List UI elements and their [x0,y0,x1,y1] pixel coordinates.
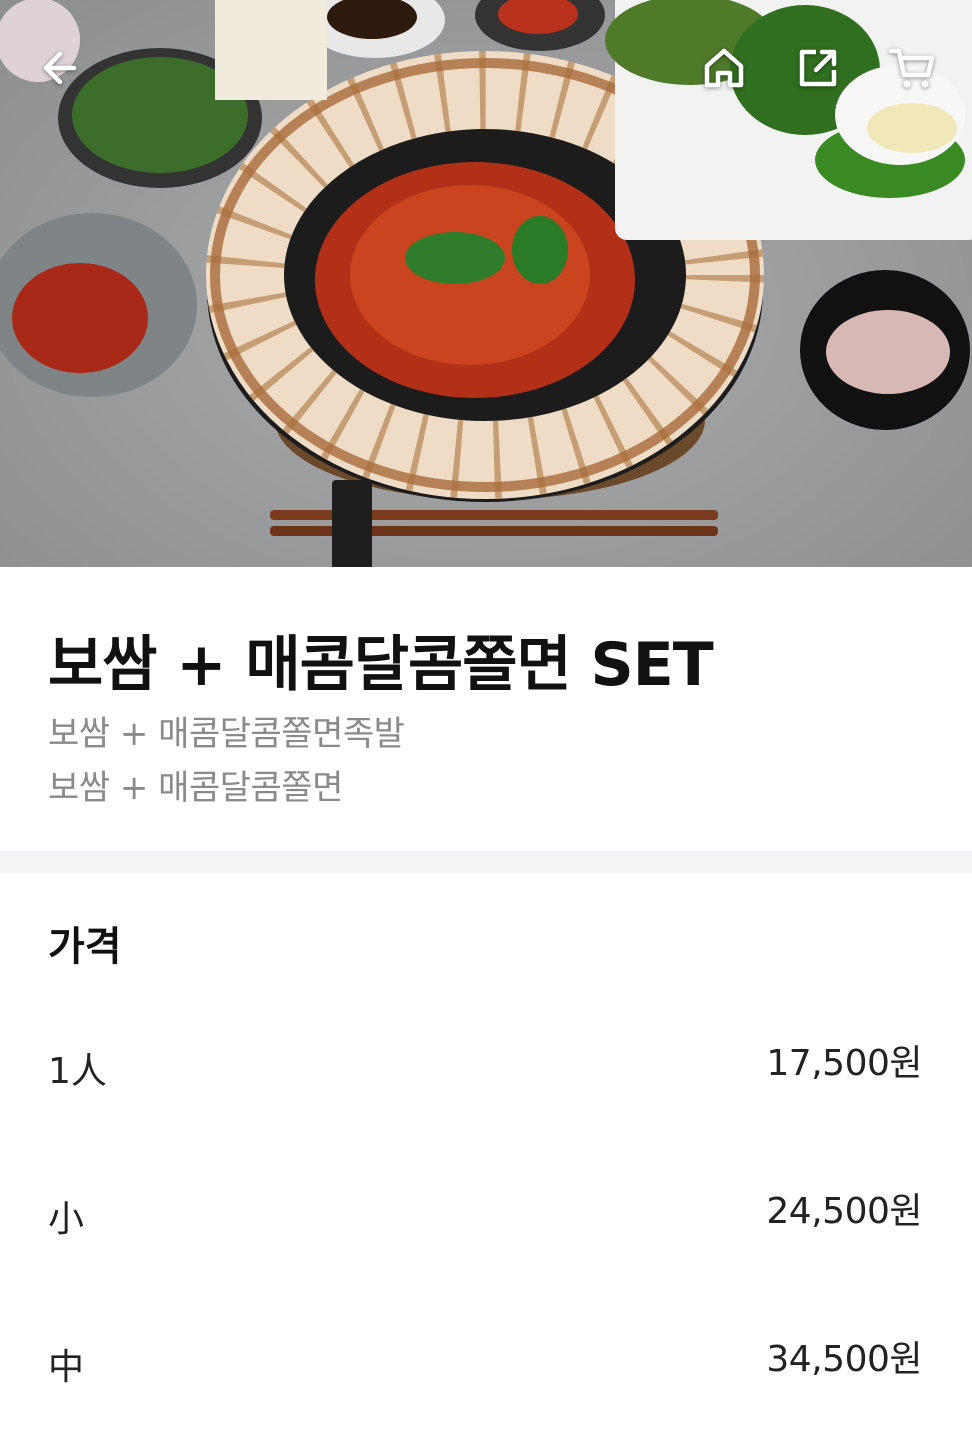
price-option-value: 34,500원 [766,1339,922,1380]
cart-icon [888,48,935,88]
price-option-row[interactable]: 中 34,500원 [0,1330,972,1390]
arrow-left-icon [43,51,77,85]
back-button[interactable] [32,40,88,96]
price-option-value: 24,500원 [766,1191,922,1232]
section-divider [0,851,972,873]
home-button[interactable] [696,40,752,96]
price-section-title: 가격 [48,924,122,970]
product-hero-image [0,0,972,567]
price-option-label: 1人 [48,1051,107,1092]
price-option-label: 小 [48,1199,85,1240]
price-option-value: 17,500원 [766,1043,922,1084]
share-icon [799,49,837,87]
price-option-row[interactable]: 小 24,500원 [0,1182,972,1242]
product-description-line: 보쌈 + 매콤달콤쫄면 [48,768,343,808]
share-button[interactable] [790,40,846,96]
price-option-label: 中 [48,1347,85,1388]
product-description-line: 보쌈 + 매콤달콤쫄면족발 [48,714,405,754]
home-icon [704,48,744,88]
price-option-row[interactable]: 1人 17,500원 [0,1034,972,1094]
product-title: 보쌈 + 매콤달콤쫄면 SET [48,630,714,700]
cart-button[interactable] [884,40,940,96]
